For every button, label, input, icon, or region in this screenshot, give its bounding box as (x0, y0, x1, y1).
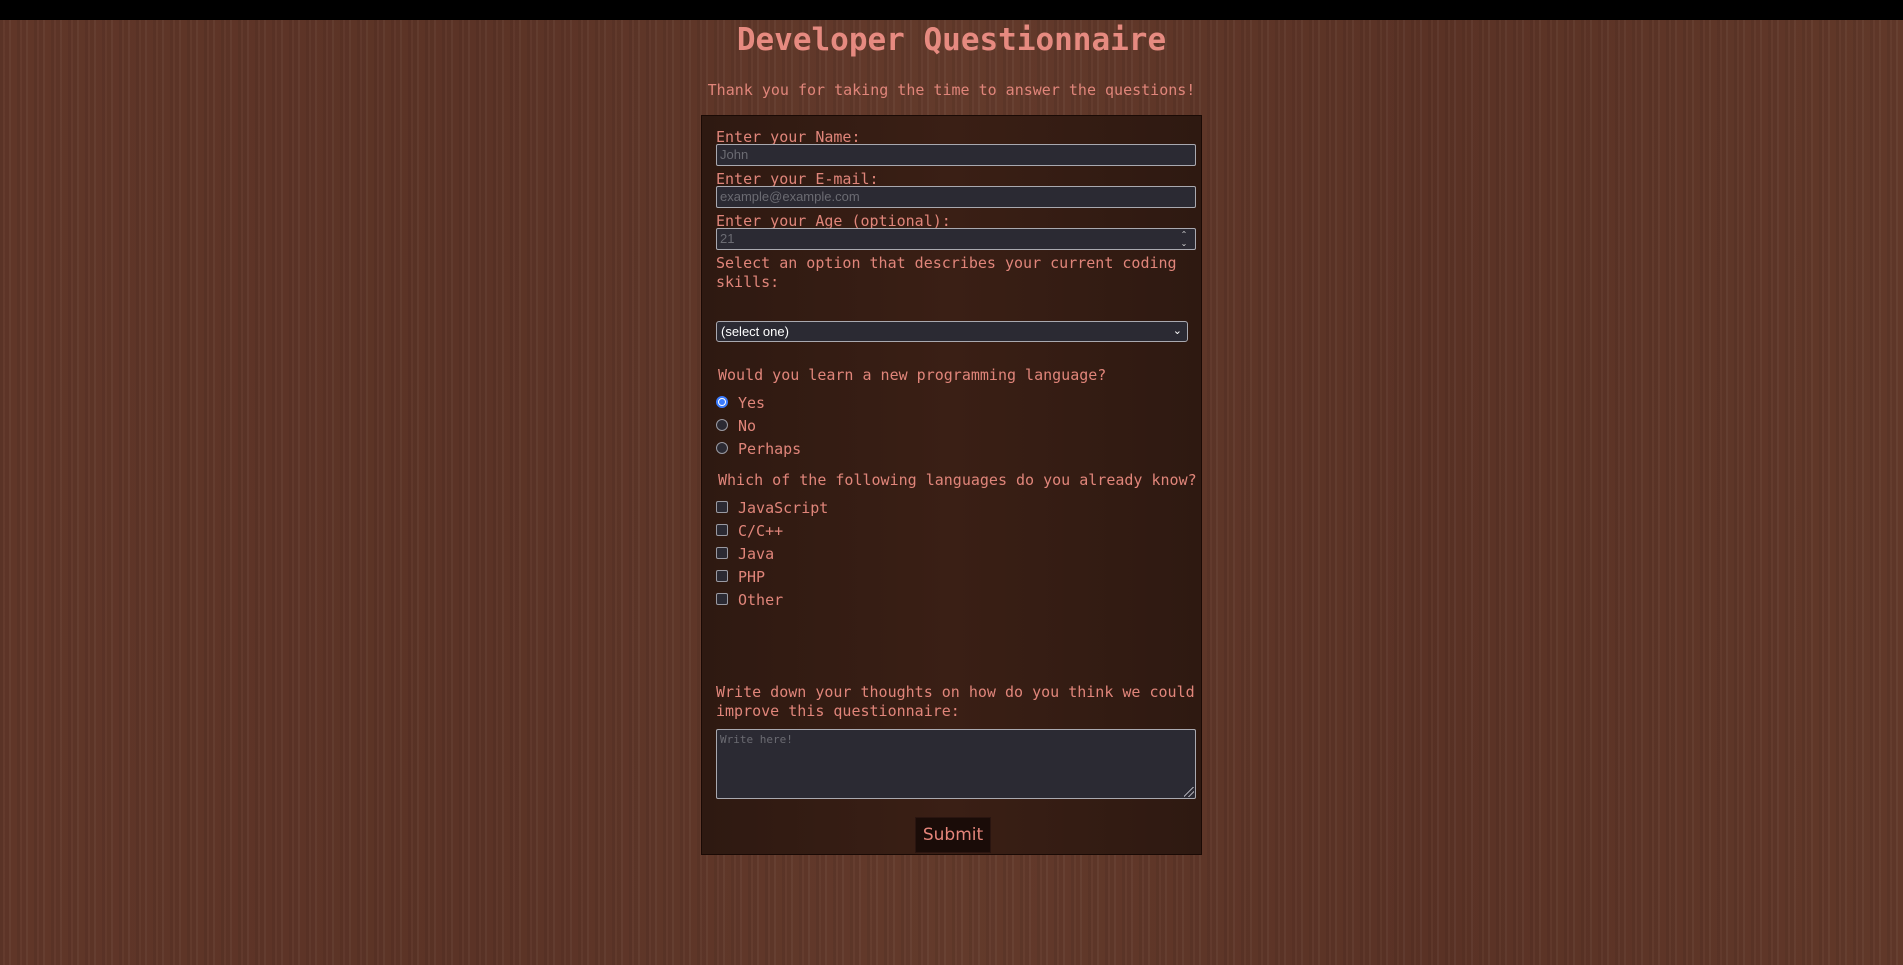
checkbox[interactable] (716, 547, 728, 559)
checkbox-label: Other (738, 591, 784, 609)
age-input[interactable]: 21 ⌃ ⌄ (716, 228, 1196, 250)
learn-new-question: Would you learn a new programming langua… (718, 366, 1107, 384)
name-placeholder: John (720, 147, 749, 162)
radio-button[interactable] (716, 419, 728, 431)
checkbox-label: PHP (738, 568, 766, 586)
skills-select[interactable]: (select one) ⌄ (716, 321, 1188, 342)
submit-button[interactable]: Submit (915, 817, 991, 853)
radio-button[interactable] (716, 442, 728, 454)
thoughts-textarea[interactable]: Write here! (716, 729, 1196, 799)
thoughts-placeholder: Write here! (720, 733, 793, 746)
checkbox[interactable] (716, 570, 728, 582)
browser-top-bar (0, 0, 1903, 20)
chevron-down-icon: ⌄ (1172, 325, 1182, 337)
checkbox-label: C/C++ (738, 522, 784, 540)
number-spinner-icon[interactable]: ⌃ ⌄ (1179, 230, 1189, 248)
thoughts-label: Write down your thoughts on how do you t… (716, 683, 1195, 720)
radio-label: Yes (738, 394, 766, 412)
checkbox[interactable] (716, 524, 728, 536)
age-placeholder: 21 (720, 231, 735, 246)
radio-label: No (738, 417, 757, 435)
checkbox-label: JavaScript (738, 499, 829, 517)
page-title: Developer Questionnaire (736, 22, 1167, 58)
checkbox[interactable] (716, 593, 728, 605)
email-input[interactable]: example@example.com (716, 186, 1196, 208)
resize-handle-icon[interactable] (1184, 787, 1194, 797)
languages-question: Which of the following languages do you … (718, 471, 1197, 489)
radio-label: Perhaps (738, 440, 802, 458)
skills-label: Select an option that describes your cur… (716, 254, 1177, 291)
skills-selected-value: (select one) (721, 324, 789, 339)
checkbox[interactable] (716, 501, 728, 513)
questionnaire-form: Enter your Name: John Enter your E-mail:… (701, 115, 1202, 855)
email-placeholder: example@example.com (720, 189, 860, 204)
radio-button[interactable] (716, 396, 728, 408)
name-input[interactable]: John (716, 144, 1196, 166)
page-subtitle: Thank you for taking the time to answer … (707, 81, 1196, 99)
checkbox-label: Java (738, 545, 775, 563)
